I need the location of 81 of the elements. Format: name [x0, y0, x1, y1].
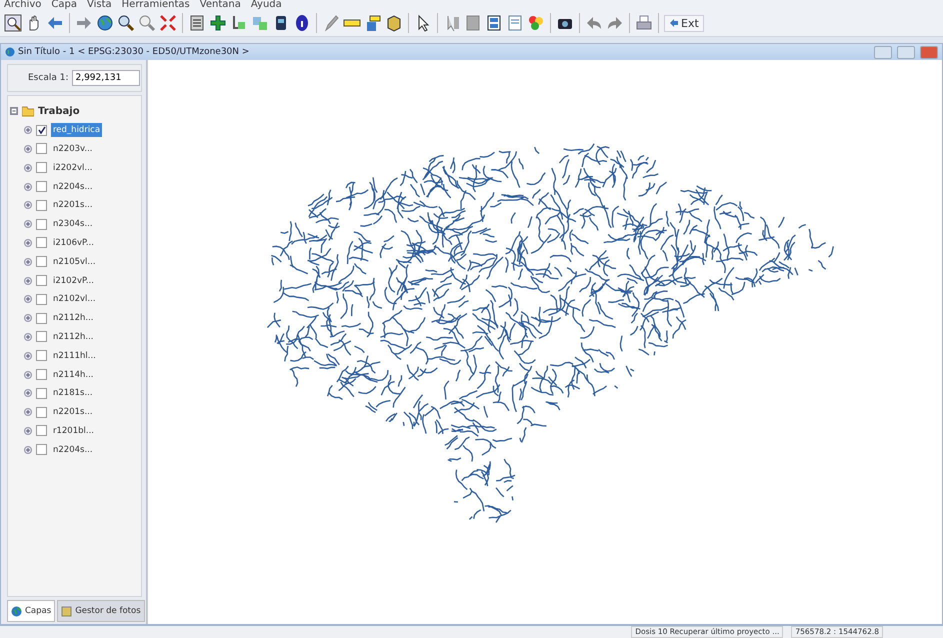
globe-icon [11, 606, 22, 616]
layer-checkbox[interactable] [36, 294, 47, 305]
layer-checkbox[interactable] [36, 369, 47, 380]
layer-name[interactable]: r1201bl... [51, 424, 96, 438]
layer-checkbox[interactable] [36, 275, 47, 286]
layer-checkbox[interactable] [36, 181, 47, 192]
scale-field[interactable]: 2,992,131 [72, 70, 140, 86]
zoom-extent-icon[interactable] [159, 14, 177, 32]
document-icon[interactable] [506, 14, 524, 32]
layer-name[interactable]: n2203v... [51, 142, 94, 156]
scale-label: Escala 1: [28, 73, 68, 83]
expand-icon[interactable] [24, 220, 32, 228]
layer-name[interactable]: n2204s... [51, 180, 95, 194]
layer-checkbox[interactable] [36, 237, 47, 248]
layer-checkbox[interactable] [36, 143, 47, 154]
close-button[interactable] [920, 46, 938, 58]
folder-icon [61, 606, 72, 616]
expand-icon[interactable] [24, 446, 32, 454]
layer-checkbox[interactable] [36, 388, 47, 399]
layer-name[interactable]: n2181s... [51, 386, 95, 400]
zoom-in-icon[interactable] [117, 14, 135, 32]
layer-checkbox[interactable] [36, 218, 47, 230]
layer-group-label[interactable]: Trabajo [38, 106, 80, 117]
expand-icon[interactable] [24, 182, 32, 191]
layer-checkbox[interactable] [36, 256, 47, 268]
layer-checkbox[interactable] [36, 312, 47, 324]
panel-tab[interactable]: Gestor de fotos [57, 600, 145, 622]
layer-name[interactable]: n2114h... [51, 368, 96, 382]
expand-icon[interactable] [24, 314, 32, 322]
layer-name[interactable]: n2112h... [51, 311, 96, 326]
expand-icon[interactable] [24, 258, 32, 266]
expand-icon[interactable] [24, 276, 32, 285]
layer-name[interactable]: n2304s... [51, 217, 95, 232]
layer-name[interactable]: n2204s... [51, 442, 95, 457]
layer-name[interactable]: n2201s... [51, 198, 95, 212]
expand-icon[interactable] [24, 370, 32, 379]
expand-icon[interactable] [24, 295, 32, 304]
layer-checkbox[interactable] [36, 200, 47, 211]
form-icon[interactable] [485, 14, 503, 32]
color-wheel-icon[interactable] [527, 14, 545, 32]
info-icon[interactable] [293, 14, 311, 32]
globe-icon[interactable] [96, 14, 114, 32]
redo-icon[interactable] [606, 14, 624, 32]
zoom-select-icon[interactable] [4, 14, 22, 32]
globe-icon [5, 47, 15, 57]
expand-icon[interactable] [24, 332, 32, 341]
expand-icon[interactable] [24, 352, 32, 360]
expand-icon[interactable] [24, 126, 32, 134]
layer-checkbox[interactable] [36, 444, 47, 456]
expand-icon[interactable] [24, 201, 32, 210]
layer-checkbox[interactable] [36, 124, 47, 136]
panel-tab[interactable]: Capas [7, 600, 56, 622]
expand-icon[interactable] [24, 238, 32, 247]
layer-checkbox[interactable] [36, 425, 47, 436]
window-title: Sin Título - 1 < EPSG:23030 - ED50/UTMzone30N > [18, 47, 250, 57]
expand-icon[interactable] [24, 164, 32, 172]
layer-checkbox[interactable] [36, 162, 47, 174]
layer-name[interactable]: n2105vl... [51, 254, 98, 269]
layer-name[interactable]: n2201s... [51, 405, 95, 420]
layer-checkbox[interactable] [36, 406, 47, 418]
layer-name[interactable]: n2112h... [51, 330, 96, 344]
menu-item[interactable]: Ventana [200, 0, 241, 10]
expand-icon[interactable] [24, 389, 32, 398]
layer-checkbox[interactable] [36, 331, 47, 342]
expand-icon[interactable] [24, 144, 32, 153]
layer-checkbox[interactable] [36, 350, 47, 362]
pencil-icon[interactable] [322, 14, 340, 32]
layer-name[interactable]: red_hidrica [51, 123, 102, 138]
layer-name[interactable]: i2202vl... [51, 160, 94, 175]
expand-icon[interactable] [24, 426, 32, 435]
layer-name[interactable]: n2102vl... [51, 292, 98, 306]
expand-icon[interactable] [24, 408, 32, 416]
layer-name[interactable]: i2102vP... [51, 274, 96, 288]
add-layer-icon[interactable] [209, 14, 227, 32]
printer-icon[interactable] [635, 14, 653, 32]
layer-name[interactable]: n2111hl... [51, 348, 98, 363]
exit-button[interactable]: Ext [664, 14, 704, 32]
layer-name[interactable]: i2106vP... [51, 236, 96, 250]
collapse-icon[interactable] [10, 107, 18, 116]
arrow-left-icon [669, 18, 679, 28]
folder-icon [22, 105, 34, 118]
